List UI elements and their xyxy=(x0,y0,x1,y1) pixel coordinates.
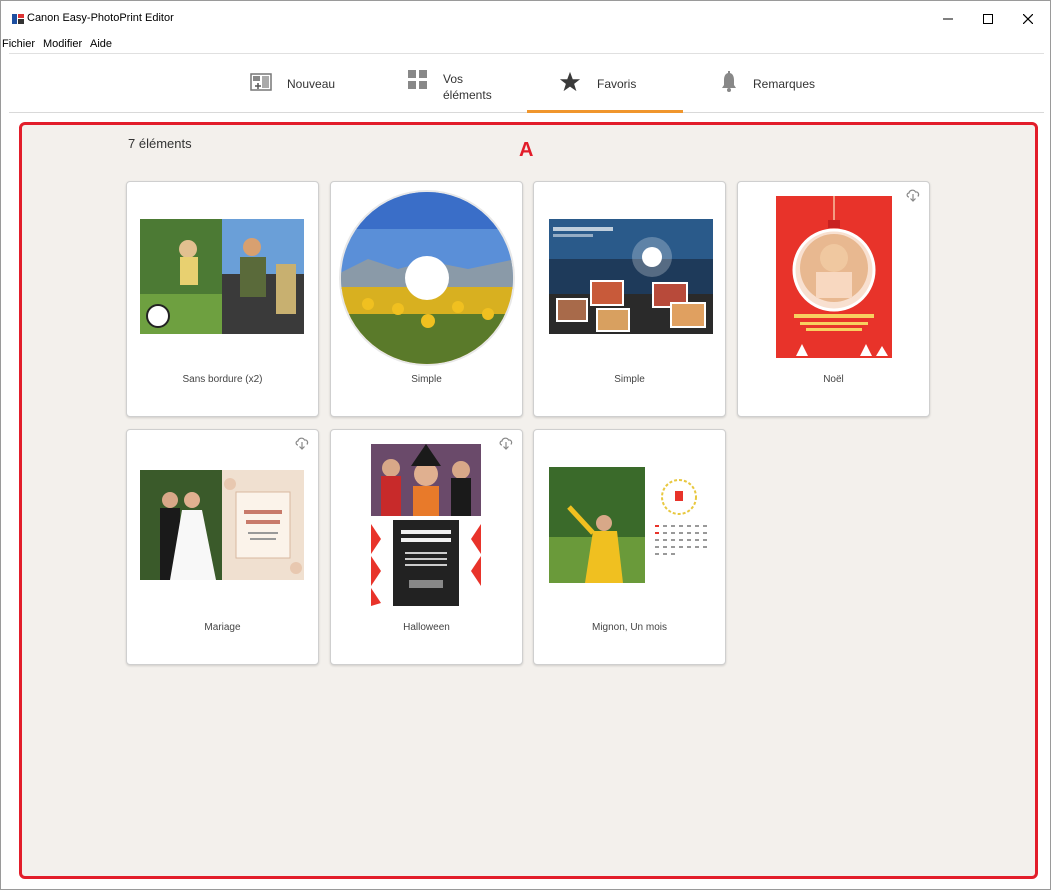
favorite-card[interactable]: Simple xyxy=(330,181,523,417)
card-thumbnail xyxy=(339,190,515,366)
menu-file[interactable]: Fichier xyxy=(2,38,35,50)
menu-help[interactable]: Aide xyxy=(90,38,112,50)
card-thumbnail xyxy=(140,219,304,334)
active-tab-indicator xyxy=(527,110,683,113)
tab-new[interactable]: Nouveau xyxy=(241,54,351,112)
grid-icon xyxy=(408,70,427,89)
card-label: Halloween xyxy=(403,622,450,633)
star-icon xyxy=(559,71,581,92)
favorites-panel: 7 éléments A Sans bordure (x2) Simple Si… xyxy=(19,122,1038,879)
card-label: Sans bordure (x2) xyxy=(182,374,263,385)
annotation-marker: A xyxy=(519,139,534,161)
favorite-card[interactable]: Simple xyxy=(533,181,726,417)
bell-icon xyxy=(722,71,736,92)
menu-bar: Fichier Modifier Aide xyxy=(1,37,1050,53)
favorite-card[interactable]: Mariage xyxy=(126,429,319,665)
minimize-button[interactable] xyxy=(933,7,963,31)
cloud-download-icon xyxy=(499,437,513,450)
card-thumbnail xyxy=(776,196,892,358)
tab-your-items[interactable]: Vos éléments xyxy=(399,54,514,112)
new-icon xyxy=(250,73,272,91)
favorite-card[interactable]: Halloween xyxy=(330,429,523,665)
maximize-button[interactable] xyxy=(973,7,1003,31)
item-count: 7 éléments xyxy=(128,136,192,151)
window-title: Canon Easy-PhotoPrint Editor xyxy=(27,12,174,24)
app-logo-icon xyxy=(12,14,24,24)
menu-edit[interactable]: Modifier xyxy=(43,38,82,50)
close-icon xyxy=(1023,14,1033,24)
favorite-card[interactable]: Sans bordure (x2) xyxy=(126,181,319,417)
close-button[interactable] xyxy=(1013,7,1043,31)
card-label: Simple xyxy=(614,374,645,385)
minimize-icon xyxy=(943,18,953,20)
card-label: Mariage xyxy=(204,622,241,633)
card-thumbnail xyxy=(140,470,304,580)
title-bar: Canon Easy-PhotoPrint Editor xyxy=(1,1,1050,37)
app-window: Canon Easy-PhotoPrint Editor Fichier Mod… xyxy=(0,0,1051,890)
favorite-card[interactable]: Mignon, Un mois xyxy=(533,429,726,665)
tab-your-items-label: Vos éléments xyxy=(443,72,492,102)
card-label: Simple xyxy=(411,374,442,385)
card-thumbnail xyxy=(371,444,481,606)
tab-notes[interactable]: Remarques xyxy=(709,54,839,112)
maximize-icon xyxy=(983,14,993,24)
card-label: Noël xyxy=(823,374,844,385)
tab-bar: Nouveau Vos éléments Favoris Remarques xyxy=(9,53,1044,113)
tab-favorites-label: Favoris xyxy=(597,77,637,91)
favorite-card[interactable]: Noël xyxy=(737,181,930,417)
tab-favorites[interactable]: Favoris xyxy=(527,54,683,113)
card-thumbnail xyxy=(549,219,713,334)
cloud-download-icon xyxy=(295,437,309,450)
tab-new-label: Nouveau xyxy=(287,77,336,91)
cloud-download-icon xyxy=(906,189,920,202)
card-thumbnail xyxy=(549,467,713,583)
card-label: Mignon, Un mois xyxy=(591,622,668,633)
tab-notes-label: Remarques xyxy=(753,77,816,91)
